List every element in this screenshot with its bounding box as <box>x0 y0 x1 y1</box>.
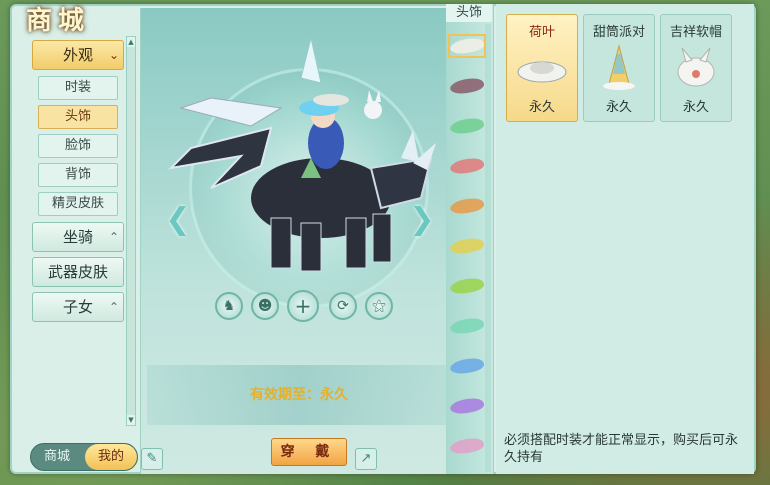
subitem-spirit-skin[interactable]: 精灵皮肤 <box>38 192 118 216</box>
leaf-hat-icon <box>448 75 486 97</box>
color-swatch[interactable] <box>448 315 486 337</box>
category-mount[interactable]: 坐骑 ⌃ <box>32 222 124 252</box>
color-swatch[interactable] <box>448 195 486 217</box>
category-children[interactable]: 子女 ⌃ <box>32 292 124 322</box>
leaf-hat-icon <box>448 235 486 257</box>
scroll-down-icon[interactable]: ▼ <box>127 415 135 425</box>
share-icon[interactable]: ↗ <box>355 448 377 470</box>
preview-stage: ❮ ❯ ♞ ☻ + ⟳ ⚝ 有效期至：永久 穿 戴 ✎ ↗ <box>140 8 456 474</box>
color-swatch[interactable] <box>448 34 486 58</box>
category-label: 武器皮肤 <box>47 263 108 281</box>
soft-cap-hat-icon <box>677 47 715 87</box>
color-swatch[interactable] <box>448 115 486 137</box>
color-swatch[interactable] <box>448 155 486 177</box>
leaf-hat-icon <box>448 115 486 137</box>
item-name: 吉祥软帽 <box>669 25 722 40</box>
subitem-face[interactable]: 脸饰 <box>38 134 118 158</box>
item-card-lucky-cap[interactable]: 吉祥软帽 永久 <box>660 14 732 122</box>
category-label: 坐骑 <box>62 228 93 246</box>
color-swatch[interactable] <box>448 275 486 297</box>
rotate-left-arrow-icon[interactable]: ❮ <box>165 198 191 242</box>
plus-icon[interactable]: + <box>287 290 319 322</box>
category-appearance[interactable]: 外观 ⌄ <box>32 40 124 70</box>
shop-mine-toggle[interactable]: 商城 我的 <box>30 443 138 471</box>
leaf-hat-icon <box>448 355 486 377</box>
color-swatch[interactable] <box>448 75 486 97</box>
item-card-lotus-leaf[interactable]: 荷叶 永久 <box>506 14 578 122</box>
validity-label: 有效期至：永久 <box>147 365 451 425</box>
edit-icon[interactable]: ✎ <box>141 448 163 470</box>
color-swatch[interactable] <box>448 235 486 257</box>
chevron-up-icon: ⌃ <box>108 230 119 244</box>
leaf-hat-icon <box>448 155 486 177</box>
item-note: 必须搭配时装才能正常显示，购买后可永久持有 <box>504 433 739 465</box>
category-label: 子女 <box>62 298 93 316</box>
leaf-hat-icon <box>448 395 486 417</box>
color-swatch[interactable] <box>448 355 486 377</box>
item-duration: 永久 <box>605 100 632 115</box>
item-name: 荷叶 <box>528 25 555 40</box>
shop-title-art: 商城 <box>26 6 91 36</box>
person-icon[interactable]: ♞ <box>215 292 243 320</box>
chevron-down-icon: ⌄ <box>108 48 119 62</box>
mount-character-model[interactable] <box>151 38 451 298</box>
leaf-hat-icon <box>448 275 486 297</box>
wear-button[interactable]: 穿 戴 <box>271 438 347 466</box>
item-name: 甜筒派对 <box>592 25 645 40</box>
character-icon[interactable]: ☻ <box>251 292 279 320</box>
leaf-hat-icon <box>448 435 486 457</box>
item-card-cone-party[interactable]: 甜筒派对 永久 <box>583 14 655 122</box>
chevron-up-icon: ⌃ <box>108 300 119 314</box>
color-swatch[interactable] <box>448 395 486 417</box>
rotate-right-arrow-icon[interactable]: ❯ <box>409 198 435 242</box>
category-sidebar: 外观 ⌄ 时装 头饰 脸饰 背饰 精灵皮肤 坐骑 ⌃ 武器皮肤 子女 ⌃ ▲ ▼ <box>26 36 138 434</box>
lotus-leaf-hat-icon <box>517 61 567 83</box>
pose-icon[interactable]: ⚝ <box>365 292 393 320</box>
scroll-up-icon[interactable]: ▲ <box>127 37 135 47</box>
leaf-hat-icon <box>448 35 486 57</box>
tab-mine[interactable]: 我的 <box>85 444 137 470</box>
category-label: 外观 <box>62 46 93 64</box>
item-list-panel: 荷叶 永久 甜筒派对 永久 吉祥软帽 永久 必须搭配时装才能正常显示，购买后可永… <box>496 4 754 474</box>
item-duration: 永久 <box>682 100 709 115</box>
sidebar-scrollbar[interactable]: ▲ ▼ <box>126 36 136 426</box>
preview-action-row: ♞ ☻ + ⟳ ⚝ <box>215 290 397 322</box>
color-column-header: 头饰 <box>446 4 492 22</box>
leaf-hat-icon <box>448 195 486 217</box>
ice-cream-cone-hat-icon <box>603 44 635 90</box>
category-weapon-skin[interactable]: 武器皮肤 <box>32 257 124 287</box>
leaf-hat-icon <box>448 315 486 337</box>
item-duration: 永久 <box>528 100 555 115</box>
color-swatch[interactable] <box>448 435 486 457</box>
tab-shop[interactable]: 商城 <box>31 444 83 470</box>
rotate-icon[interactable]: ⟳ <box>329 292 357 320</box>
color-column-scrollbar[interactable] <box>485 24 491 472</box>
subitem-headwear[interactable]: 头饰 <box>38 105 118 129</box>
subitem-back[interactable]: 背饰 <box>38 163 118 187</box>
subitem-fashion[interactable]: 时装 <box>38 76 118 100</box>
color-variant-column: 头饰 <box>446 4 494 474</box>
